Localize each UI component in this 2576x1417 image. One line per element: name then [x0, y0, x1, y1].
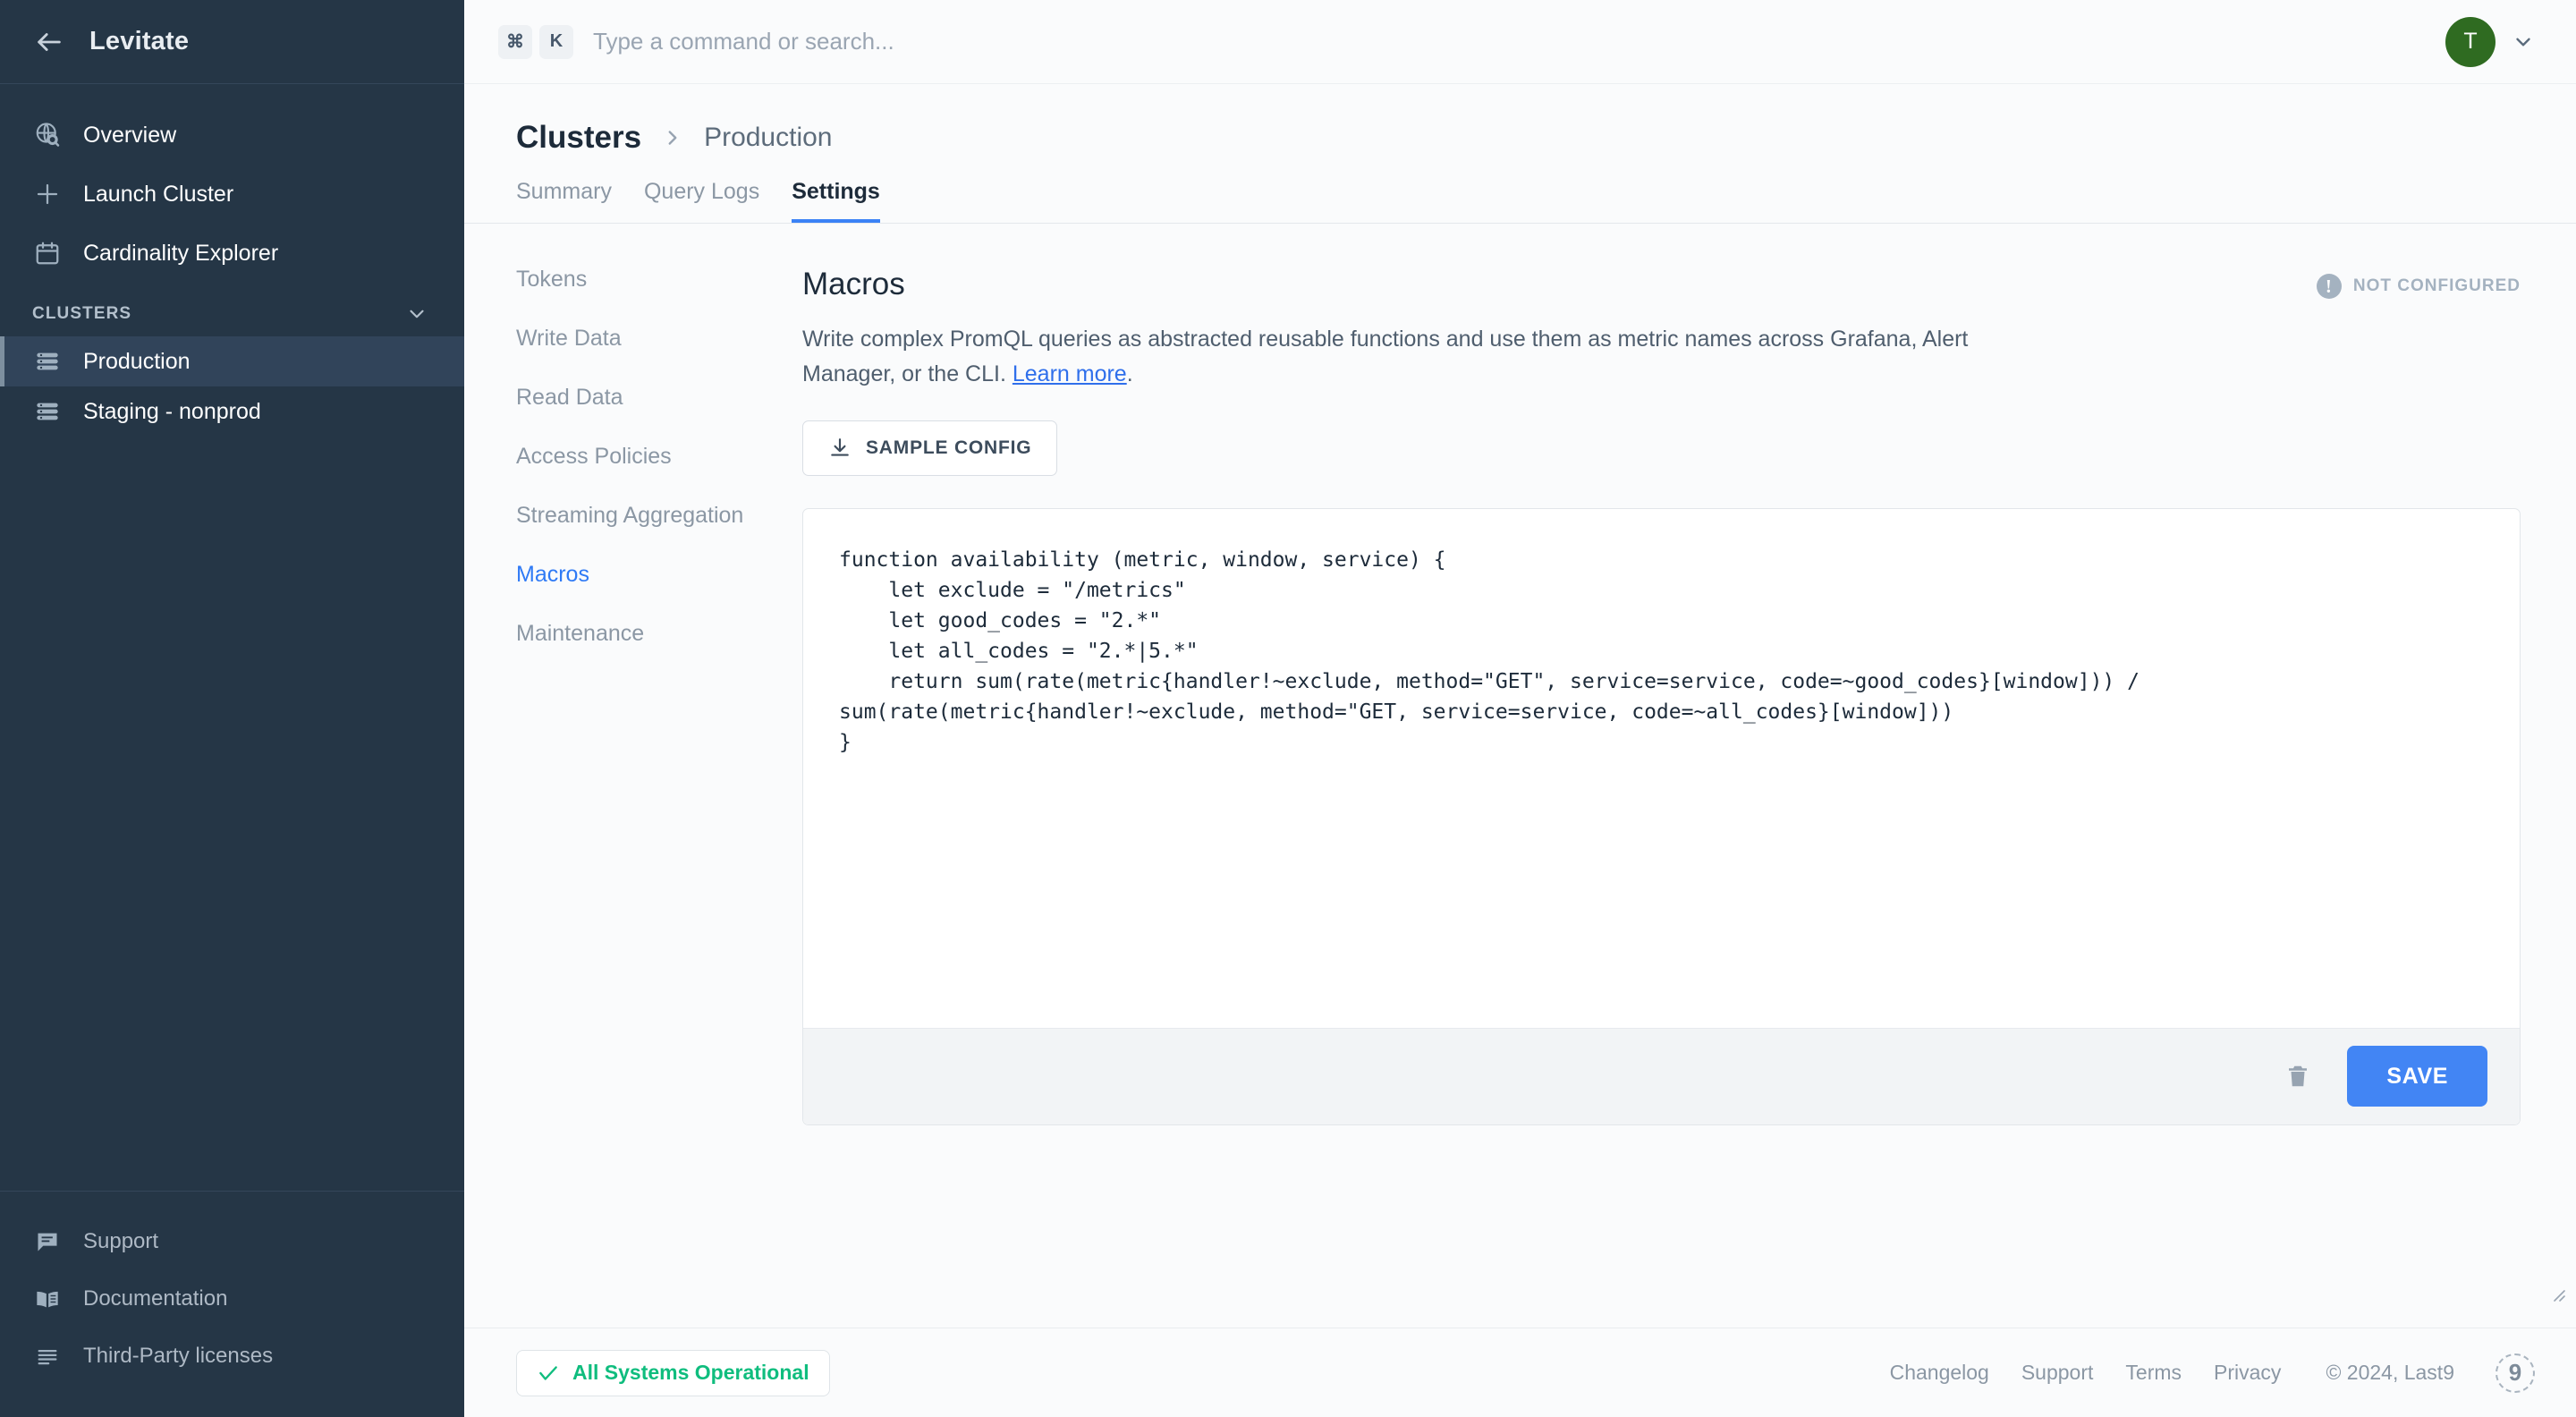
server-icon — [32, 396, 63, 427]
tab-summary[interactable]: Summary — [516, 179, 612, 223]
sidebar-cluster-label: Production — [83, 349, 191, 375]
kbd-cmd-key: ⌘ — [498, 25, 532, 59]
sidebar: Levitate Overview Launch Cluster Cardina… — [0, 0, 464, 1417]
footer-links: Changelog Support Terms Privacy © 2024, … — [1890, 1353, 2535, 1393]
sidebar-item-support[interactable]: Support — [0, 1213, 464, 1270]
macro-editor-card: SAVE — [802, 508, 2521, 1125]
sample-config-button[interactable]: SAMPLE CONFIG — [802, 420, 1057, 476]
tab-settings[interactable]: Settings — [792, 179, 880, 223]
sidebar-item-launch-cluster[interactable]: Launch Cluster — [0, 165, 464, 224]
footer-link-support[interactable]: Support — [2021, 1361, 2094, 1385]
breadcrumb-root[interactable]: Clusters — [516, 120, 641, 156]
sidebar-item-label: Support — [83, 1229, 158, 1254]
settings-panel: Tokens Write Data Read Data Access Polic… — [464, 224, 2576, 1328]
trash-icon[interactable] — [2279, 1057, 2317, 1095]
app-root: Levitate Overview Launch Cluster Cardina… — [0, 0, 2576, 1417]
sidebar-header: Levitate — [0, 0, 464, 84]
globe-search-icon — [32, 120, 63, 150]
editor-action-bar: SAVE — [803, 1028, 2520, 1124]
learn-more-link[interactable]: Learn more — [1013, 361, 1127, 386]
book-icon — [32, 1284, 63, 1314]
settings-subnav: Tokens Write Data Read Data Access Polic… — [464, 267, 802, 1328]
sample-config-label: SAMPLE CONFIG — [866, 437, 1031, 459]
arrow-left-icon[interactable] — [32, 25, 66, 59]
save-button[interactable]: SAVE — [2347, 1046, 2487, 1107]
server-icon — [32, 346, 63, 377]
footer-link-changelog[interactable]: Changelog — [1890, 1361, 1989, 1385]
macro-code-editor[interactable] — [803, 509, 2520, 1028]
subnav-item-tokens[interactable]: Tokens — [516, 267, 802, 326]
resize-grip-icon[interactable] — [2546, 1282, 2567, 1308]
footer-bar: All Systems Operational Changelog Suppor… — [464, 1328, 2576, 1417]
status-badge-label: NOT CONFIGURED — [2353, 276, 2521, 296]
top-bar: ⌘ K T — [464, 0, 2576, 84]
brand-title: Levitate — [89, 27, 189, 56]
chat-icon — [32, 1226, 63, 1257]
sidebar-item-documentation[interactable]: Documentation — [0, 1270, 464, 1328]
system-status-pill[interactable]: All Systems Operational — [516, 1350, 830, 1396]
macros-description: Write complex PromQL queries as abstract… — [802, 322, 2028, 392]
chevron-down-icon[interactable] — [405, 302, 428, 326]
page-content: Clusters Production Summary Query Logs S… — [464, 84, 2576, 1328]
system-status-label: All Systems Operational — [572, 1361, 809, 1385]
download-icon — [828, 437, 852, 460]
chevron-right-icon — [661, 126, 684, 149]
exclamation-circle-icon: ! — [2317, 274, 2342, 299]
chevron-down-icon[interactable] — [2512, 30, 2535, 54]
sidebar-item-staging-nonprod[interactable]: Staging - nonprod — [0, 386, 464, 437]
description-text-part2: . — [1127, 361, 1133, 386]
subnav-item-read-data[interactable]: Read Data — [516, 385, 802, 444]
calendar-icon — [32, 238, 63, 268]
sidebar-item-label: Overview — [83, 123, 176, 148]
sidebar-nav: Overview Launch Cluster Cardinality Expl… — [0, 84, 464, 1191]
breadcrumb-leaf: Production — [704, 123, 832, 153]
sidebar-item-production[interactable]: Production — [0, 336, 464, 386]
description-text-part1: Write complex PromQL queries as abstract… — [802, 327, 1968, 386]
search-input[interactable] — [593, 28, 2445, 55]
sidebar-item-overview[interactable]: Overview — [0, 106, 464, 165]
sidebar-clusters-label: CLUSTERS — [32, 304, 131, 324]
kbd-k-key: K — [539, 25, 573, 59]
sidebar-item-label: Cardinality Explorer — [83, 241, 278, 267]
sidebar-clusters-section-toggle[interactable]: CLUSTERS — [0, 283, 464, 336]
page-title: Macros — [802, 267, 905, 302]
tab-query-logs[interactable]: Query Logs — [644, 179, 759, 223]
subnav-item-access-policies[interactable]: Access Policies — [516, 444, 802, 503]
footer-link-privacy[interactable]: Privacy — [2214, 1361, 2281, 1385]
sidebar-item-cardinality-explorer[interactable]: Cardinality Explorer — [0, 224, 464, 283]
subnav-item-write-data[interactable]: Write Data — [516, 326, 802, 385]
breadcrumb: Clusters Production — [464, 84, 2576, 156]
command-shortcut: ⌘ K — [498, 25, 573, 59]
sidebar-item-third-party-licenses[interactable]: Third-Party licenses — [0, 1328, 464, 1385]
tab-bar: Summary Query Logs Settings — [464, 179, 2576, 224]
status-badge: ! NOT CONFIGURED — [2317, 274, 2521, 299]
footer-link-terms[interactable]: Terms — [2125, 1361, 2182, 1385]
sidebar-item-label: Launch Cluster — [83, 182, 233, 208]
sidebar-footer-nav: Support Documentation Third-Party licens… — [0, 1191, 464, 1417]
sidebar-item-label: Third-Party licenses — [83, 1344, 273, 1369]
macros-header: Macros ! NOT CONFIGURED — [802, 267, 2521, 302]
subnav-item-maintenance[interactable]: Maintenance — [516, 621, 802, 680]
macros-section: Macros ! NOT CONFIGURED Write complex Pr… — [802, 267, 2576, 1328]
sidebar-item-label: Documentation — [83, 1286, 227, 1311]
main-area: ⌘ K T Clusters Production Summary Query … — [464, 0, 2576, 1417]
subnav-item-macros[interactable]: Macros — [516, 562, 802, 621]
last9-logo-icon: 9 — [2496, 1353, 2535, 1393]
subnav-item-streaming-aggregation[interactable]: Streaming Aggregation — [516, 503, 802, 562]
check-icon — [537, 1362, 560, 1385]
footer-copyright: © 2024, Last9 — [2326, 1361, 2454, 1385]
avatar[interactable]: T — [2445, 17, 2496, 67]
sidebar-cluster-label: Staging - nonprod — [83, 399, 261, 425]
list-icon — [32, 1341, 63, 1371]
plus-icon — [32, 179, 63, 209]
